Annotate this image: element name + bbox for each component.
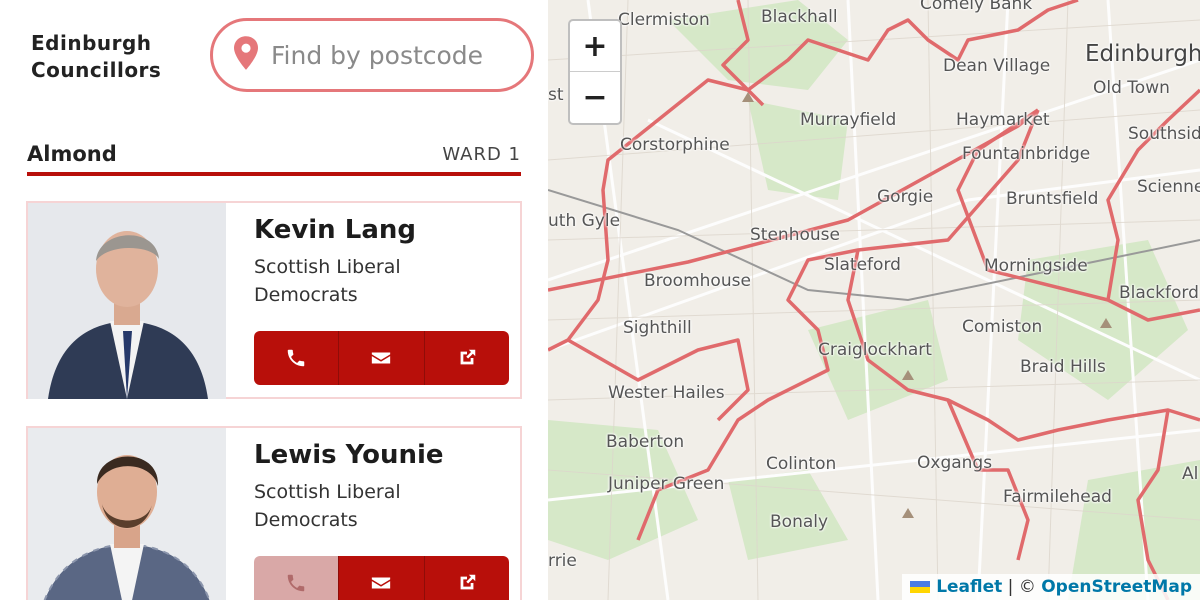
openstreetmap-link[interactable]: OpenStreetMap — [1041, 577, 1192, 597]
envelope-icon — [372, 577, 391, 589]
place-label: Fairmilehead — [1003, 487, 1112, 507]
contact-actions — [254, 556, 509, 600]
place-label: Broomhouse — [644, 271, 751, 291]
place-label: Clermiston — [618, 10, 710, 30]
place-label: Wester Hailes — [608, 383, 725, 403]
email-button[interactable] — [339, 556, 425, 600]
ward-name: Almond — [27, 142, 117, 166]
sidebar: Edinburgh Councillors Almond WARD 1 — [0, 0, 548, 600]
external-link-icon — [460, 574, 476, 590]
place-label: Comely Bank — [920, 0, 1033, 14]
place-label: Gorgie — [877, 187, 934, 207]
place-label: Blackford — [1119, 283, 1199, 303]
place-label: Oxgangs — [917, 453, 993, 473]
place-label: Slateford — [824, 255, 901, 275]
contact-actions — [254, 331, 509, 385]
zoom-control: + − — [568, 19, 622, 125]
ward-header: Almond WARD 1 — [27, 140, 521, 176]
phone-button-disabled — [254, 556, 340, 600]
place-label: Southsid — [1128, 124, 1200, 144]
councillor-card: Kevin Lang Scottish Liberal Democrats — [26, 201, 522, 399]
zoom-in-button[interactable]: + — [570, 21, 620, 72]
ward-number: WARD 1 — [442, 144, 521, 165]
phone-icon — [287, 574, 305, 592]
councillor-card: Lewis Younie Scottish Liberal Democrats — [26, 426, 522, 600]
place-label: Colinton — [766, 454, 837, 474]
place-label: uth Gyle — [548, 211, 621, 231]
councillor-photo — [28, 203, 226, 399]
place-label: Braid Hills — [1020, 357, 1106, 377]
external-link-icon — [460, 349, 476, 365]
postcode-search[interactable] — [210, 18, 534, 92]
app-root: Edinburgh Councillors Almond WARD 1 — [0, 0, 1200, 600]
place-label: Old Town — [1093, 78, 1170, 98]
map-attribution: Leaflet | © OpenStreetMap — [902, 574, 1200, 600]
site-title[interactable]: Edinburgh Councillors — [31, 30, 161, 84]
councillor-photo — [28, 428, 226, 600]
place-label: rrie — [548, 551, 577, 571]
ukraine-flag-icon — [910, 581, 931, 593]
leaflet-link[interactable]: Leaflet — [936, 577, 1002, 597]
place-label: Al — [1182, 464, 1199, 484]
place-label: Blackhall — [761, 7, 838, 27]
website-button[interactable] — [424, 556, 509, 600]
councillor-party: Scottish Liberal Democrats — [254, 481, 401, 531]
email-button[interactable] — [339, 331, 425, 385]
place-label: Haymarket — [956, 110, 1050, 130]
place-label: Dean Village — [943, 56, 1051, 76]
place-label: Bonaly — [770, 512, 829, 532]
councillor-name[interactable]: Kevin Lang — [254, 215, 416, 245]
place-label: Corstorphine — [620, 135, 730, 155]
phone-button[interactable] — [254, 331, 340, 385]
place-label: st — [548, 85, 564, 105]
place-label: Craiglockhart — [818, 340, 932, 360]
ward-map[interactable]: Clermiston Blackhall Comely Bank Dean Vi… — [548, 0, 1200, 600]
councillor-party: Scottish Liberal Democrats — [254, 256, 401, 306]
place-label: Stenhouse — [750, 225, 840, 245]
place-label: Juniper Green — [608, 474, 725, 494]
councillor-name[interactable]: Lewis Younie — [254, 440, 444, 470]
place-label: Sciennes — [1137, 177, 1200, 197]
place-label: Murrayfield — [800, 110, 897, 130]
place-label: Sighthill — [623, 318, 692, 338]
phone-icon — [287, 349, 305, 367]
place-label: Comiston — [962, 317, 1043, 337]
website-button[interactable] — [424, 331, 509, 385]
place-label: Bruntsfield — [1006, 189, 1099, 209]
postcode-input[interactable] — [271, 40, 521, 70]
place-label: Baberton — [606, 432, 685, 452]
attribution-separator: | © — [1002, 577, 1042, 597]
place-label: Edinburgh — [1085, 41, 1200, 67]
place-label: Morningside — [984, 256, 1088, 276]
site-title-line1: Edinburgh — [31, 31, 152, 55]
site-title-line2: Councillors — [31, 58, 162, 82]
place-label: Fountainbridge — [962, 144, 1091, 164]
envelope-icon — [372, 352, 391, 364]
zoom-out-button[interactable]: − — [570, 72, 620, 123]
map-pin-icon — [231, 35, 261, 75]
